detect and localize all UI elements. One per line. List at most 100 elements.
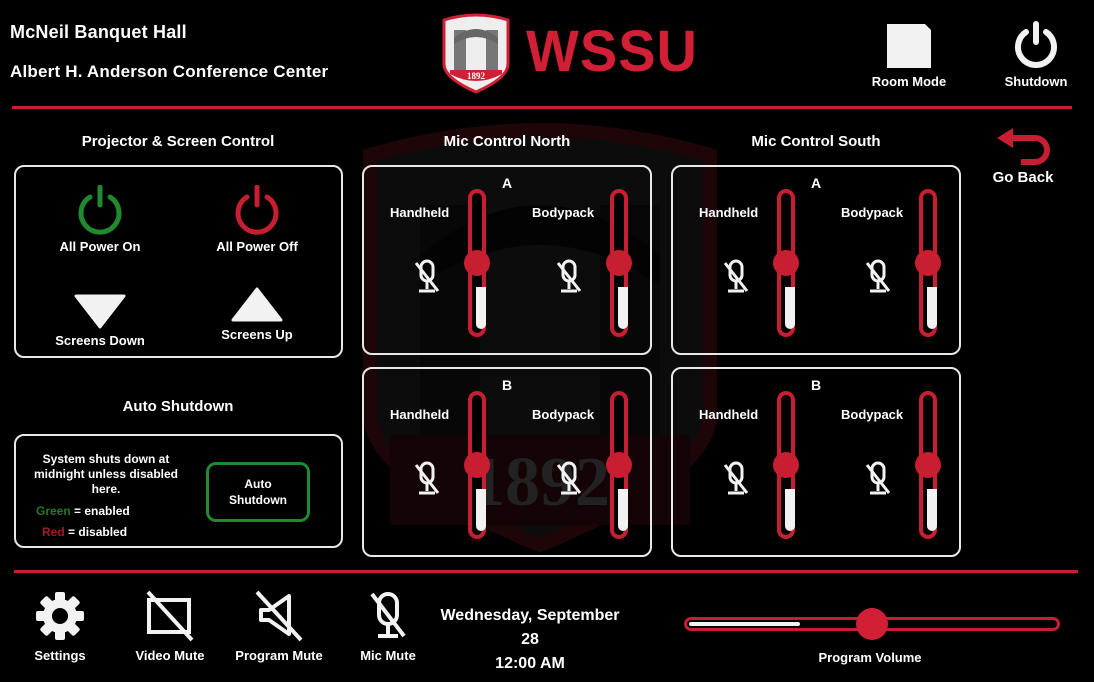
legend-red-word: Red bbox=[42, 525, 65, 539]
auto-shutdown-section-title: Auto Shutdown bbox=[122, 398, 234, 415]
mic-mute-icon[interactable] bbox=[556, 461, 582, 497]
fader-knob[interactable] bbox=[915, 250, 941, 276]
video-mute-label: Video Mute bbox=[135, 648, 205, 663]
projector-panel: All Power On All Power Off Screens Down … bbox=[14, 165, 343, 358]
mic-mute-icon[interactable] bbox=[723, 461, 749, 497]
footer-divider bbox=[14, 570, 1078, 573]
program-volume-label: Program Volume bbox=[818, 650, 922, 665]
room-mode-button[interactable]: Room Mode bbox=[866, 22, 952, 89]
go-back-button[interactable]: Go Back bbox=[986, 128, 1060, 186]
fader-meter-fill bbox=[476, 287, 486, 329]
date-time: Wednesday, September 28 12:00 AM bbox=[430, 604, 630, 676]
fader-meter-fill bbox=[927, 489, 937, 531]
mic-south-group-b: B Handheld Bodypack bbox=[671, 367, 961, 557]
shutdown-button[interactable]: Shutdown bbox=[996, 20, 1076, 89]
mic-mute-icon[interactable] bbox=[556, 259, 582, 295]
legend-green-text: = enabled bbox=[74, 504, 130, 518]
settings-label: Settings bbox=[34, 648, 86, 663]
go-back-label: Go Back bbox=[992, 169, 1054, 186]
mic-channel-label: Handheld bbox=[390, 407, 450, 422]
fader-knob[interactable] bbox=[773, 250, 799, 276]
mic-mute-icon[interactable] bbox=[865, 461, 891, 497]
program-mute-button[interactable]: Program Mute bbox=[230, 590, 328, 663]
auto-shutdown-description: System shuts down at midnight unless dis… bbox=[33, 452, 179, 496]
mic-channel-label: Bodypack bbox=[532, 205, 595, 220]
mic-level-fader[interactable] bbox=[915, 391, 941, 539]
power-icon bbox=[1015, 21, 1057, 68]
all-power-on-label: All Power On bbox=[59, 239, 141, 254]
gear-icon bbox=[36, 592, 84, 640]
mic-mute-icon[interactable] bbox=[414, 259, 440, 295]
wssu-shield-logo: 1892 bbox=[442, 13, 510, 94]
all-power-off-label: All Power Off bbox=[216, 239, 298, 254]
fader-knob[interactable] bbox=[773, 452, 799, 478]
mic-channel-label: Bodypack bbox=[841, 407, 904, 422]
room-mode-label: Room Mode bbox=[871, 74, 947, 89]
mic-group-letter: A bbox=[501, 175, 513, 191]
fader-meter-fill bbox=[927, 287, 937, 329]
mic-mute-icon[interactable] bbox=[723, 259, 749, 295]
mic-level-fader[interactable] bbox=[464, 391, 490, 539]
mic-group-letter: A bbox=[810, 175, 822, 191]
power-on-icon bbox=[78, 185, 122, 235]
program-volume-slider[interactable] bbox=[684, 608, 1060, 640]
mic-mute-button[interactable]: Mic Mute bbox=[352, 590, 424, 663]
fader-knob[interactable] bbox=[915, 452, 941, 478]
mic-channel-label: Bodypack bbox=[532, 407, 595, 422]
mic-group-letter: B bbox=[810, 377, 822, 393]
shutdown-label: Shutdown bbox=[1004, 74, 1068, 89]
legend-green-word: Green bbox=[36, 504, 71, 518]
auto-shutdown-button-line1: Auto bbox=[244, 477, 272, 491]
mic-channel-label: Handheld bbox=[699, 407, 759, 422]
video-mute-icon bbox=[146, 590, 194, 642]
fader-knob[interactable] bbox=[606, 250, 632, 276]
triangle-down-icon bbox=[74, 294, 126, 329]
all-power-off-button[interactable]: All Power Off bbox=[187, 185, 327, 254]
all-power-on-button[interactable]: All Power On bbox=[30, 185, 170, 254]
mic-mute-icon[interactable] bbox=[865, 259, 891, 295]
program-mute-label: Program Mute bbox=[235, 648, 323, 663]
mic-mute-icon[interactable] bbox=[414, 461, 440, 497]
fader-meter-fill bbox=[785, 489, 795, 531]
mic-level-fader[interactable] bbox=[915, 189, 941, 337]
mic-north-title: Mic Control North bbox=[443, 133, 571, 150]
fader-meter-fill bbox=[785, 287, 795, 329]
mic-channel-label: Bodypack bbox=[841, 205, 904, 220]
video-mute-button[interactable]: Video Mute bbox=[128, 590, 212, 663]
mic-level-fader[interactable] bbox=[773, 189, 799, 337]
back-arrow-icon bbox=[997, 128, 1050, 165]
fader-meter-fill bbox=[618, 287, 628, 329]
power-off-icon bbox=[235, 185, 279, 235]
fader-knob[interactable] bbox=[606, 452, 632, 478]
mic-mute-label: Mic Mute bbox=[360, 648, 416, 663]
triangle-up-icon bbox=[231, 287, 283, 322]
mic-level-fader[interactable] bbox=[773, 391, 799, 539]
fader-knob[interactable] bbox=[464, 452, 490, 478]
settings-button[interactable]: Settings bbox=[24, 590, 96, 663]
screens-up-label: Screens Up bbox=[221, 327, 293, 342]
fader-meter-fill bbox=[618, 489, 628, 531]
venue-subtitle: Albert H. Anderson Conference Center bbox=[10, 62, 329, 81]
auto-shutdown-panel: System shuts down at midnight unless dis… bbox=[14, 434, 343, 548]
logo-year: 1892 bbox=[467, 71, 486, 81]
legend-disabled: Red = disabled bbox=[42, 525, 127, 539]
logo-wordmark: WSSU bbox=[526, 17, 698, 84]
projector-section-title: Projector & Screen Control bbox=[81, 133, 275, 150]
fader-knob[interactable] bbox=[464, 250, 490, 276]
auto-shutdown-toggle-button[interactable]: Auto Shutdown bbox=[206, 462, 310, 522]
auto-shutdown-button-line2: Shutdown bbox=[229, 493, 287, 507]
program-volume-meter-fill bbox=[689, 622, 800, 626]
program-volume-knob[interactable] bbox=[856, 608, 888, 640]
screens-down-label: Screens Down bbox=[55, 333, 145, 348]
time-text: 12:00 AM bbox=[495, 655, 565, 672]
mic-level-fader[interactable] bbox=[606, 189, 632, 337]
mic-level-fader[interactable] bbox=[464, 189, 490, 337]
speaker-mute-icon bbox=[255, 590, 303, 642]
screens-up-button[interactable]: Screens Up bbox=[187, 287, 327, 342]
mic-north-group-b: B Handheld Bodypack bbox=[362, 367, 652, 557]
screens-down-button[interactable]: Screens Down bbox=[30, 293, 170, 348]
mic-level-fader[interactable] bbox=[606, 391, 632, 539]
room-mode-icon bbox=[887, 24, 931, 68]
mic-channel-label: Handheld bbox=[699, 205, 759, 220]
mic-south-group-a: A Handheld Bodypack bbox=[671, 165, 961, 355]
